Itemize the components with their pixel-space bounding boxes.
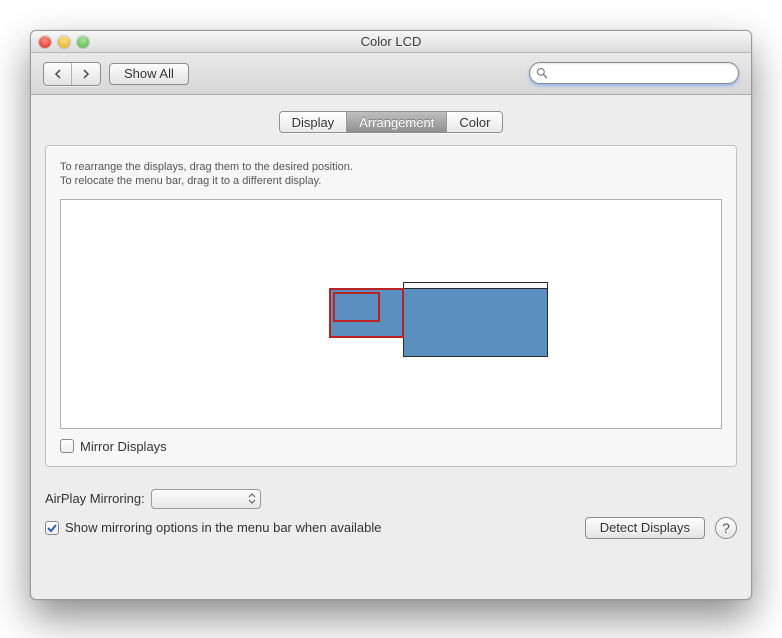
airplay-popup[interactable]: [151, 489, 261, 509]
instructions: To rearrange the displays, drag them to …: [60, 160, 722, 189]
content-area: Display Arrangement Color To rearrange t…: [31, 95, 751, 553]
menubar-indicator[interactable]: [404, 283, 547, 289]
help-button[interactable]: ?: [715, 517, 737, 539]
mirror-displays-label: Mirror Displays: [80, 439, 167, 454]
mirror-displays-row: Mirror Displays: [60, 439, 722, 454]
back-button[interactable]: [44, 63, 72, 85]
titlebar[interactable]: Color LCD: [31, 31, 751, 53]
chevron-right-icon: [81, 69, 91, 79]
preferences-window: Color LCD Show All: [30, 30, 752, 600]
tab-display[interactable]: Display: [280, 112, 348, 132]
search-icon: [536, 67, 548, 79]
help-icon: ?: [722, 520, 730, 536]
airplay-row: AirPlay Mirroring:: [45, 489, 737, 509]
traffic-lights: [39, 31, 89, 53]
instruction-line-2: To relocate the menu bar, drag it to a d…: [60, 174, 722, 188]
forward-button[interactable]: [72, 63, 100, 85]
chevron-left-icon: [53, 69, 63, 79]
airplay-label: AirPlay Mirroring:: [45, 491, 145, 506]
instruction-line-1: To rearrange the displays, drag them to …: [60, 160, 722, 174]
display-arrangement-area[interactable]: [60, 199, 722, 429]
tab-segmented: Display Arrangement Color: [279, 111, 504, 133]
detect-displays-button[interactable]: Detect Displays: [585, 517, 705, 539]
search-input[interactable]: [552, 65, 730, 81]
tab-arrangement[interactable]: Arrangement: [347, 112, 447, 132]
show-mirroring-row: Show mirroring options in the menu bar w…: [45, 520, 382, 535]
display-external[interactable]: [403, 282, 548, 357]
show-mirroring-label: Show mirroring options in the menu bar w…: [65, 520, 382, 535]
check-icon: [47, 523, 57, 533]
close-icon[interactable]: [39, 36, 51, 48]
mirror-displays-checkbox[interactable]: [60, 439, 74, 453]
toolbar: Show All: [31, 53, 751, 95]
tabbar: Display Arrangement Color: [45, 111, 737, 133]
display-selection-inner: [333, 292, 380, 322]
minimize-icon[interactable]: [58, 36, 70, 48]
footer: AirPlay Mirroring: Show mir: [45, 489, 737, 539]
nav-back-forward: [43, 62, 101, 86]
window-title: Color LCD: [361, 34, 422, 49]
tab-color[interactable]: Color: [447, 112, 502, 132]
arrangement-panel: To rearrange the displays, drag them to …: [45, 145, 737, 467]
show-all-button[interactable]: Show All: [109, 63, 189, 85]
zoom-icon[interactable]: [77, 36, 89, 48]
updown-icon: [248, 493, 256, 504]
search-field[interactable]: [529, 62, 739, 84]
display-builtin[interactable]: [329, 288, 404, 338]
show-mirroring-checkbox[interactable]: [45, 521, 59, 535]
